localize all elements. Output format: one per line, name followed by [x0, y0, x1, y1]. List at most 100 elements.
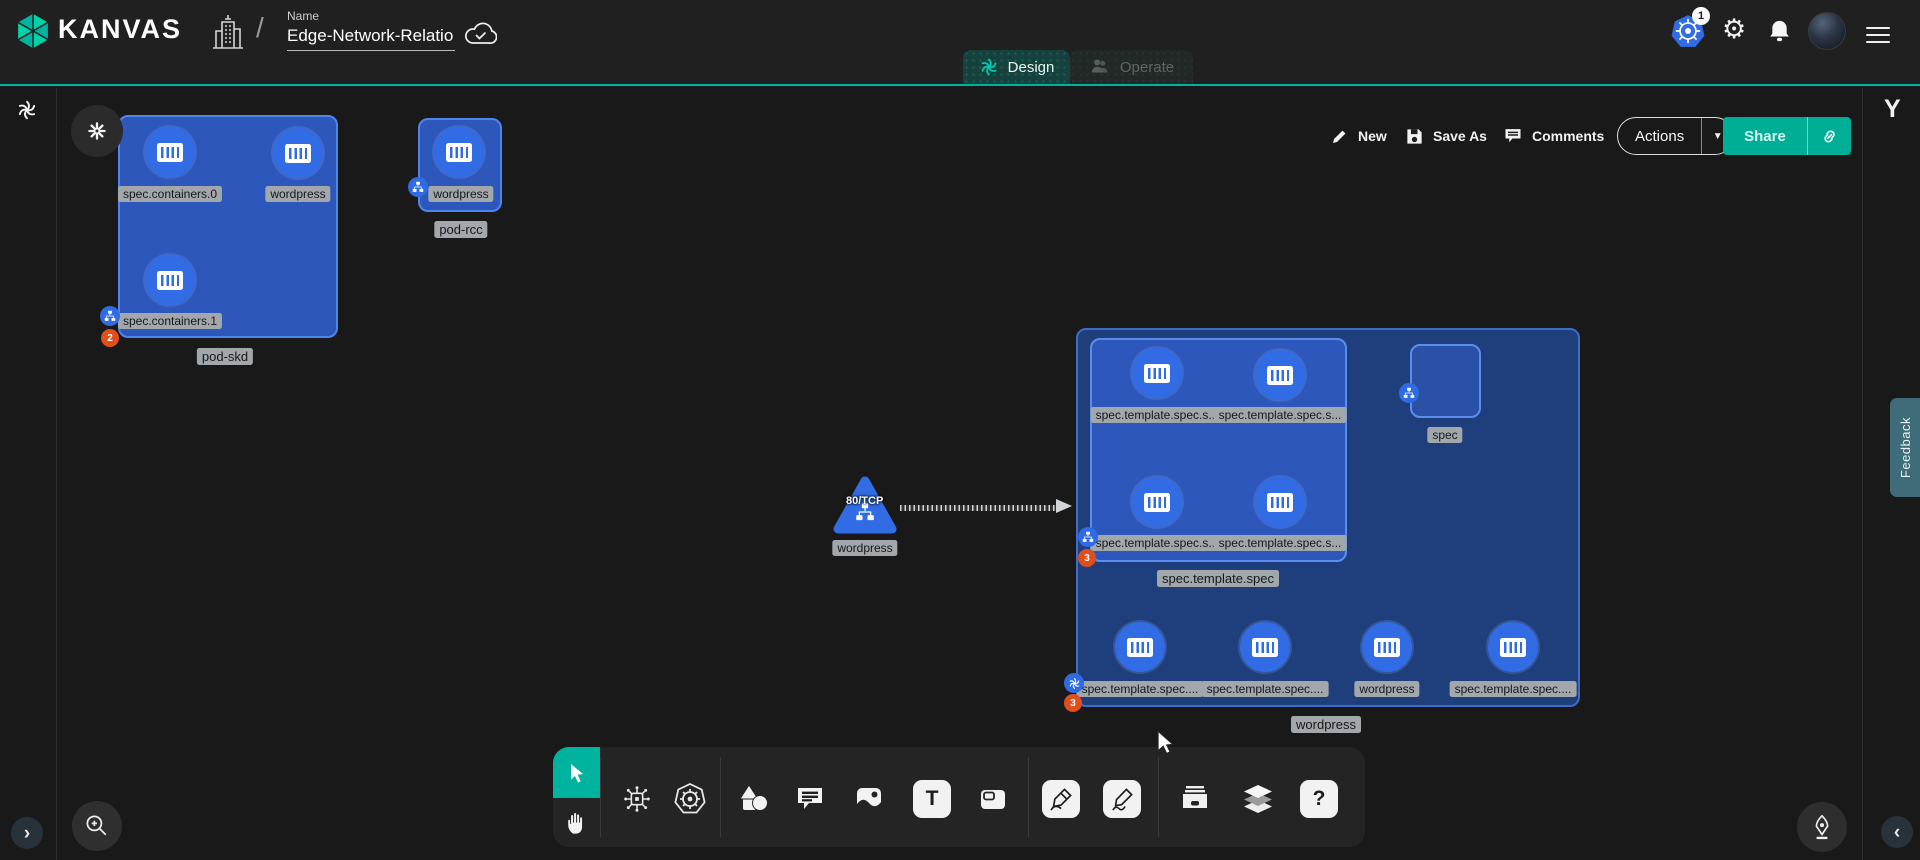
container-node-wordpress-rcc[interactable]	[434, 127, 484, 177]
kanvas-logo-icon[interactable]	[14, 12, 52, 55]
feedback-label: Feedback	[1898, 417, 1913, 478]
toolbar-divider	[600, 757, 601, 837]
tool-help[interactable]: ?	[1297, 777, 1341, 821]
service-node-wordpress[interactable]	[833, 476, 897, 541]
tool-select-cursor[interactable]	[553, 747, 600, 798]
container-node-deploy-2[interactable]	[1362, 622, 1412, 672]
pencil-icon	[1330, 127, 1349, 146]
comments-label: Comments	[1532, 128, 1604, 144]
new-button[interactable]: New	[1330, 124, 1387, 148]
caret-down-icon: ▼	[1713, 131, 1723, 142]
menu-hamburger-icon[interactable]	[1866, 22, 1890, 48]
container-icon	[1267, 493, 1293, 512]
container-node-spec-containers-0[interactable]	[145, 127, 195, 177]
design-name-field: Name	[287, 9, 455, 51]
actions-split-button[interactable]: Actions ▼	[1617, 117, 1734, 155]
node-type-badge[interactable]	[1399, 383, 1419, 403]
group-label: pod-rcc	[434, 221, 487, 238]
brand-wordmark: KANVAS	[58, 14, 182, 45]
node-label: wordpress	[832, 540, 897, 556]
node-label: spec.template.spec.s...	[1214, 535, 1347, 551]
tool-text[interactable]: T	[910, 777, 954, 821]
network-edge[interactable]	[900, 505, 1058, 511]
kubernetes-helm-icon	[673, 782, 707, 816]
save-as-label: Save As	[1433, 128, 1487, 144]
container-icon	[446, 143, 472, 162]
right-dock-handle[interactable]: Y	[1884, 95, 1901, 124]
node-label: spec.template.spec....	[1077, 681, 1204, 697]
feedback-tab[interactable]: Feedback	[1890, 398, 1920, 497]
sitemap-icon	[104, 310, 116, 322]
node-label: spec.template.spec.s...	[1091, 407, 1224, 423]
tool-drawer[interactable]	[1173, 777, 1217, 821]
container-node-template-0[interactable]	[1132, 348, 1182, 398]
container-node-spec-containers-1[interactable]	[145, 255, 195, 305]
copy-link-button[interactable]	[1807, 117, 1851, 155]
tool-pan-hand[interactable]	[553, 798, 600, 847]
tool-layers[interactable]	[1236, 777, 1280, 821]
deployment-type-badge[interactable]	[1064, 673, 1084, 693]
tool-kubernetes[interactable]	[668, 777, 712, 821]
node-label: wordpress	[265, 186, 330, 202]
canvas-toolbar: T	[553, 747, 1365, 847]
container-node-template-1[interactable]	[1255, 350, 1305, 400]
tool-freehand[interactable]	[1100, 777, 1144, 821]
container-node-template-2[interactable]	[1132, 477, 1182, 527]
node-label: spec.containers.0	[118, 186, 222, 202]
tab-design-label: Design	[1008, 59, 1055, 76]
expand-left-panel-button[interactable]: ›	[11, 817, 43, 849]
sitemap-icon	[412, 181, 424, 193]
zoom-button[interactable]	[72, 801, 122, 851]
tool-pen-path[interactable]	[1039, 777, 1083, 821]
toolbar-divider	[1158, 757, 1159, 837]
tool-image[interactable]	[847, 777, 891, 821]
container-node-deploy-0[interactable]	[1115, 622, 1165, 672]
canvas-settings-button[interactable]	[71, 105, 123, 157]
issue-count-badge[interactable]: 3	[1078, 549, 1096, 567]
tool-components[interactable]	[615, 777, 659, 821]
container-icon	[157, 271, 183, 290]
container-node-wordpress[interactable]	[273, 128, 323, 178]
tab-design[interactable]: Design	[963, 50, 1070, 84]
note-icon	[977, 783, 1009, 815]
node-label: spec.containers.1	[118, 313, 222, 329]
issue-count-badge[interactable]: 3	[1064, 694, 1082, 712]
pencil-scribble-icon	[1108, 785, 1136, 813]
organization-icon[interactable]	[212, 13, 244, 56]
user-avatar[interactable]	[1808, 12, 1846, 50]
shapes-icon	[736, 782, 770, 816]
tool-comment[interactable]	[788, 777, 832, 821]
issue-count-badge[interactable]: 2	[101, 329, 119, 347]
notifications-bell-icon[interactable]	[1766, 17, 1793, 50]
container-node-deploy-3[interactable]	[1488, 622, 1538, 672]
expand-right-panel-button[interactable]: ‹	[1881, 816, 1913, 848]
tool-note[interactable]	[971, 777, 1015, 821]
toolbar-divider	[1028, 757, 1029, 837]
node-type-badge[interactable]	[408, 177, 428, 197]
container-icon	[1252, 638, 1278, 657]
comment-icon	[1503, 126, 1523, 146]
tab-operate[interactable]: Operate	[1070, 50, 1193, 84]
container-node-deploy-1[interactable]	[1240, 622, 1290, 672]
container-node-template-3[interactable]	[1255, 477, 1305, 527]
sidebar-spiral-icon[interactable]	[16, 99, 38, 126]
share-split-button[interactable]: Share	[1723, 117, 1851, 155]
ink-pen-button[interactable]	[1797, 802, 1847, 852]
container-icon	[1267, 366, 1293, 385]
node-type-badge[interactable]	[100, 306, 120, 326]
design-name-input[interactable]	[287, 23, 455, 51]
save-as-button[interactable]: Save As	[1405, 124, 1487, 148]
mouse-cursor-icon	[1152, 729, 1178, 762]
tool-shapes[interactable]	[731, 777, 775, 821]
chevron-right-icon: ›	[24, 824, 30, 843]
design-spiral-icon	[979, 57, 999, 77]
group-spec-template-spec[interactable]	[1090, 338, 1347, 562]
hand-icon	[564, 810, 590, 836]
node-type-badge[interactable]	[1078, 527, 1098, 547]
left-dock-divider	[56, 88, 57, 860]
tab-operate-label: Operate	[1120, 59, 1174, 76]
comments-button[interactable]: Comments	[1503, 124, 1604, 148]
node-spec[interactable]	[1410, 344, 1481, 418]
settings-gear-icon[interactable]: ⚙	[1722, 14, 1746, 45]
new-label: New	[1358, 128, 1387, 144]
